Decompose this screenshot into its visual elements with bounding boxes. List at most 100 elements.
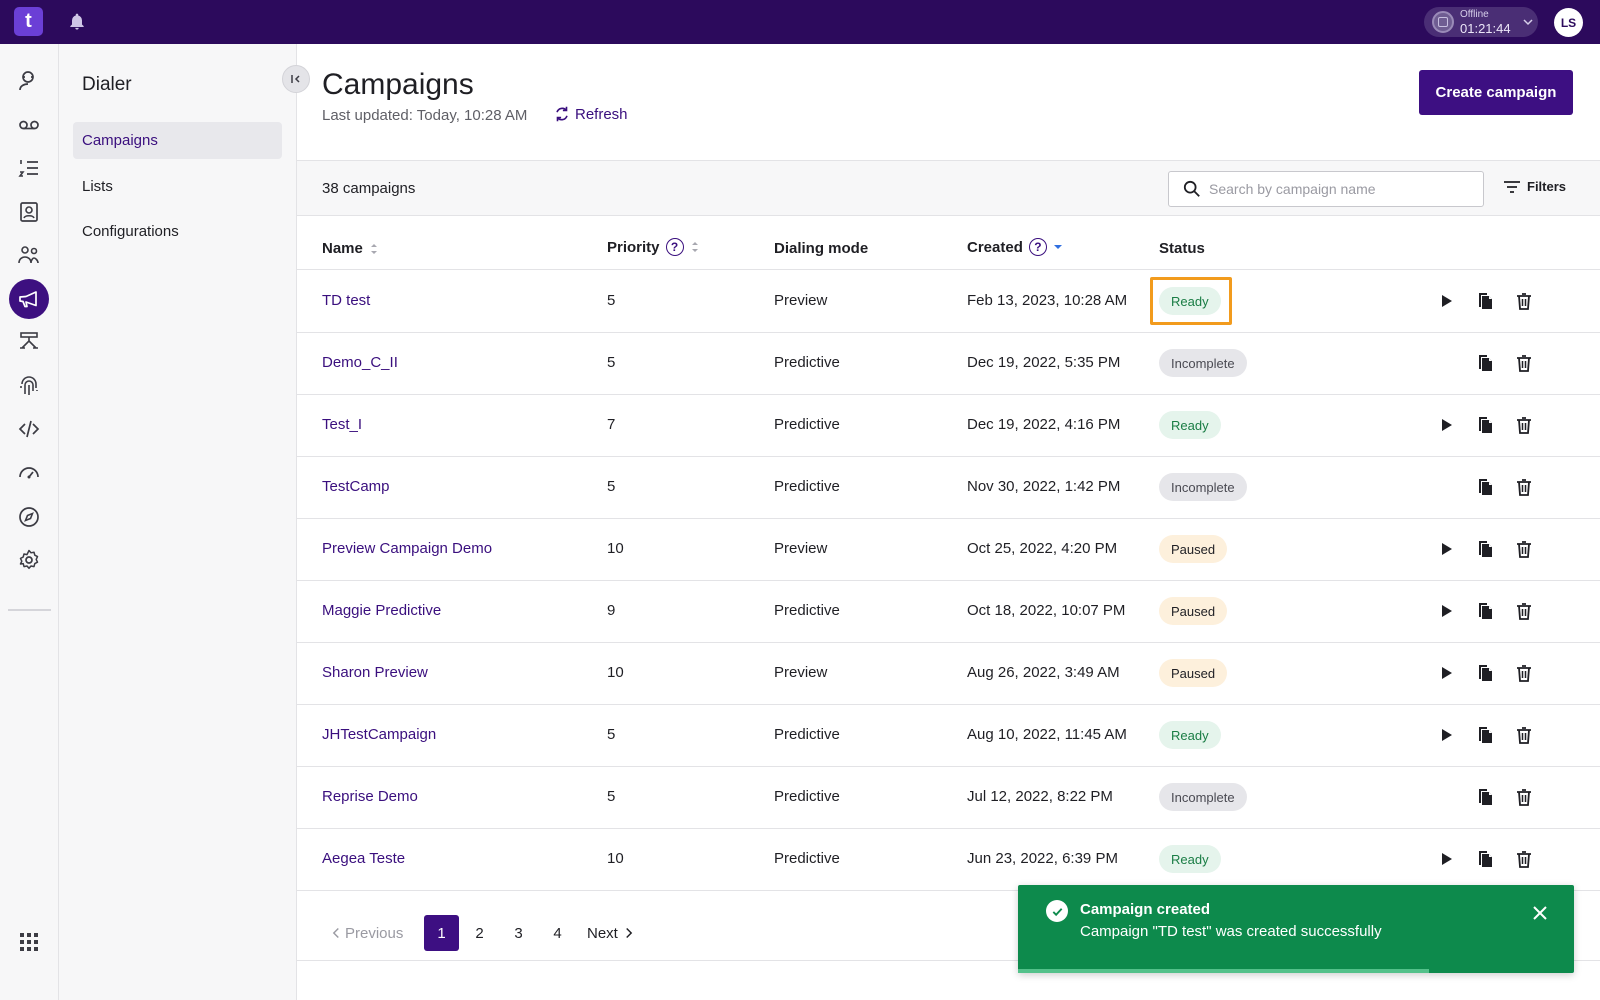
copy-icon[interactable] [1474, 476, 1496, 498]
table-row[interactable]: Reprise Demo 5 Predictive Jul 12, 2022, 8:2… [297, 766, 1600, 829]
status-badge: Ready [1159, 411, 1221, 439]
bell-icon[interactable] [67, 12, 87, 32]
campaign-name-link[interactable]: Preview Campaign Demo [322, 540, 492, 557]
voicemail-icon[interactable] [9, 105, 49, 145]
next-label: Next [587, 924, 618, 942]
copy-icon[interactable] [1474, 290, 1496, 312]
status-badge: Paused [1159, 535, 1228, 563]
play-icon[interactable] [1435, 414, 1457, 436]
page-button-2[interactable]: 2 [462, 915, 497, 951]
page-button-3[interactable]: 3 [501, 915, 536, 951]
column-priority[interactable]: Priority ? [607, 238, 700, 256]
campaign-name-link[interactable]: Demo_C_II [322, 354, 398, 371]
search-input[interactable] [1209, 181, 1459, 197]
page-button-1[interactable]: 1 [424, 915, 459, 951]
trash-icon[interactable] [1513, 352, 1535, 374]
campaign-name-link[interactable]: Test_I [322, 416, 362, 433]
play-icon[interactable] [1435, 290, 1457, 312]
success-toast: Campaign created Campaign "TD test" was … [1018, 885, 1574, 973]
column-name[interactable]: Name [322, 240, 379, 257]
trash-icon[interactable] [1513, 538, 1535, 560]
table-row[interactable]: Maggie Predictive 9 Predictive Oct 18, 2022… [297, 580, 1600, 643]
play-icon[interactable] [1435, 848, 1457, 870]
avatar[interactable]: LS [1554, 8, 1583, 37]
next-page-button[interactable]: Next [587, 915, 633, 951]
trash-icon[interactable] [1513, 848, 1535, 870]
subnav-item-campaigns[interactable]: Campaigns [73, 122, 282, 159]
copy-icon[interactable] [1474, 662, 1496, 684]
play-icon[interactable] [1435, 724, 1457, 746]
fingerprint-icon[interactable] [9, 366, 49, 406]
copy-icon[interactable] [1474, 600, 1496, 622]
play-icon[interactable] [1435, 662, 1457, 684]
sort-icon [691, 242, 698, 252]
settings-icon[interactable] [9, 540, 49, 580]
table-row[interactable]: Preview Campaign Demo 10 Preview Oct 25, 20… [297, 518, 1600, 581]
table-row[interactable]: JHTestCampaign 5 Predictive Aug 10, 2022, 1… [297, 704, 1600, 767]
table-row[interactable]: Test_I 7 Predictive Dec 19, 2022, 4:16 PM Re… [297, 394, 1600, 457]
refresh-button[interactable]: Refresh [553, 105, 628, 123]
compass-icon[interactable] [9, 497, 49, 537]
table-toolbar: 38 campaigns Filters [297, 160, 1600, 216]
list-icon[interactable] [9, 148, 49, 188]
team-icon[interactable] [9, 235, 49, 275]
play-icon[interactable] [1435, 538, 1457, 560]
trash-icon[interactable] [1513, 600, 1535, 622]
trash-icon[interactable] [1513, 476, 1535, 498]
previous-page-button[interactable]: Previous [332, 915, 403, 951]
copy-icon[interactable] [1474, 352, 1496, 374]
page-button-4[interactable]: 4 [540, 915, 575, 951]
subnav-item-configurations[interactable]: Configurations [73, 213, 282, 250]
contacts-icon[interactable] [9, 192, 49, 232]
trash-icon[interactable] [1513, 414, 1535, 436]
subnav-item-lists[interactable]: Lists [73, 168, 282, 205]
column-dialing-mode: Dialing mode [774, 240, 869, 257]
trash-icon[interactable] [1513, 724, 1535, 746]
table-row[interactable]: TD test 5 Preview Feb 13, 2023, 10:28 AM Rea… [297, 270, 1600, 333]
workflow-icon[interactable] [9, 322, 49, 362]
app-logo[interactable]: t [14, 7, 43, 36]
trash-icon[interactable] [1513, 290, 1535, 312]
create-campaign-button[interactable]: Create campaign [1419, 70, 1573, 115]
chevron-right-icon [626, 927, 633, 939]
campaign-name-link[interactable]: JHTestCampaign [322, 726, 436, 743]
trash-icon[interactable] [1513, 662, 1535, 684]
campaign-name-link[interactable]: TestCamp [322, 478, 390, 495]
presence-status: Offline [1460, 8, 1489, 20]
dialer-subnav: Dialer Campaigns Lists Configurations [59, 44, 310, 1000]
trash-icon[interactable] [1513, 786, 1535, 808]
copy-icon[interactable] [1474, 724, 1496, 746]
agent-icon[interactable] [9, 61, 49, 101]
table-row[interactable]: Sharon Preview 10 Preview Aug 26, 2022, 3:4… [297, 642, 1600, 705]
top-bar: t Offline 01:21:44 LS [0, 0, 1600, 44]
help-icon[interactable]: ? [1028, 238, 1047, 256]
filters-button[interactable]: Filters [1503, 179, 1566, 194]
table-header: Name Priority ? Dialing mode Created ? S… [297, 216, 1600, 270]
close-icon[interactable] [1530, 903, 1550, 923]
apps-grid-icon[interactable] [9, 922, 49, 962]
copy-icon[interactable] [1474, 538, 1496, 560]
presence-selector[interactable]: Offline 01:21:44 [1424, 7, 1538, 37]
table-row[interactable]: Aegea Teste 10 Predictive Jun 23, 2022, 6:3… [297, 828, 1600, 891]
copy-icon[interactable] [1474, 848, 1496, 870]
search-box[interactable] [1168, 171, 1484, 207]
copy-icon[interactable] [1474, 786, 1496, 808]
campaign-name-link[interactable]: TD test [322, 292, 370, 309]
code-icon[interactable] [9, 409, 49, 449]
campaign-dialing-mode: Predictive [774, 850, 840, 867]
campaign-name-link[interactable]: Aegea Teste [322, 850, 405, 867]
campaign-name-link[interactable]: Sharon Preview [322, 664, 428, 681]
campaign-name-link[interactable]: Reprise Demo [322, 788, 418, 805]
play-icon[interactable] [1435, 600, 1457, 622]
campaign-dialing-mode: Predictive [774, 726, 840, 743]
campaign-icon[interactable] [9, 279, 49, 319]
table-row[interactable]: Demo_C_II 5 Predictive Dec 19, 2022, 5:35 P… [297, 332, 1600, 395]
table-row[interactable]: TestCamp 5 Predictive Nov 30, 2022, 1:42 PM… [297, 456, 1600, 519]
chevron-left-icon [332, 927, 339, 939]
column-created[interactable]: Created ? [967, 238, 1063, 256]
campaign-name-link[interactable]: Maggie Predictive [322, 602, 441, 619]
copy-icon[interactable] [1474, 414, 1496, 436]
dashboard-icon[interactable] [9, 452, 49, 492]
help-icon[interactable]: ? [665, 238, 684, 256]
column-status: Status [1159, 240, 1205, 257]
